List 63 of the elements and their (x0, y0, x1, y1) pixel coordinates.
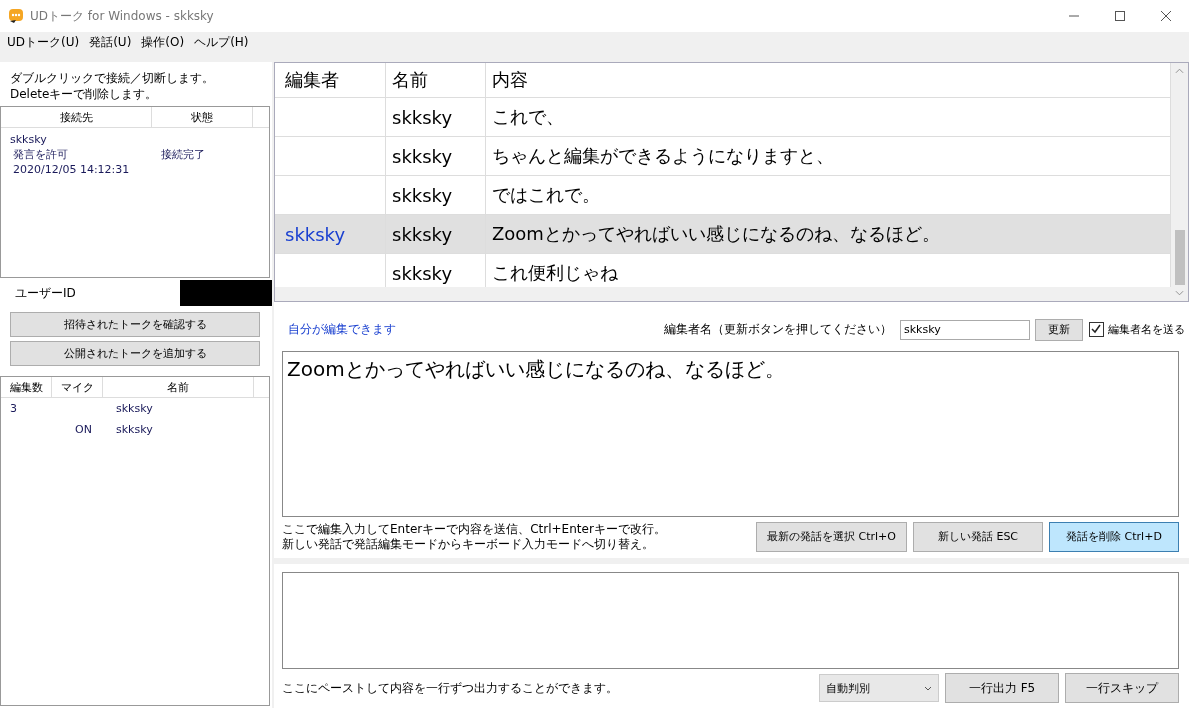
table-row[interactable]: skksky skksky Zoomとかってやればいい感じになるのね、なるほど。 (275, 215, 1171, 254)
output-button[interactable]: 一行スキップ (1065, 673, 1179, 704)
window-title: UDトーク for Windows - skksky (30, 7, 214, 25)
table-cell: skksky (392, 106, 453, 128)
scroll-down-icon[interactable] (1175, 290, 1184, 297)
member-name: skksky (116, 402, 153, 415)
column-header[interactable]: 状態 (152, 107, 253, 127)
edit-count: 3 (10, 402, 17, 415)
editor-name-label: 編集者名（更新ボタンを押してください） (664, 321, 892, 339)
table-row[interactable]: skksky ちゃんと編集ができるようになりますと、 (275, 137, 1171, 176)
hint-text: 新しい発話で発話編集モードからキーボード入力モードへ切り替え。 (282, 536, 655, 552)
column-header[interactable]: 編集数 (1, 377, 52, 397)
table-cell: ちゃんと編集ができるようになりますと、 (492, 144, 834, 168)
menu-item[interactable]: ヘルプ(H) (189, 33, 254, 51)
menu-item[interactable]: 操作(O) (136, 33, 190, 51)
scroll-up-icon[interactable] (1175, 68, 1184, 74)
sidebar-button[interactable]: 公開されたトークを追加する (10, 341, 260, 366)
mode-dropdown[interactable]: 自動判別 (819, 674, 939, 703)
mic-status: ON (75, 423, 92, 436)
column-header[interactable]: 名前 (103, 377, 254, 397)
scroll-thumb[interactable] (1174, 230, 1185, 286)
checkbox-label[interactable]: 編集者名を送る (1108, 322, 1185, 338)
app-logo-icon (8, 8, 24, 24)
status-text: 接続完了 (161, 147, 205, 162)
action-button[interactable]: 発話を削除 Ctrl+D (1049, 521, 1179, 552)
table-cell: ではこれで。 (492, 183, 600, 207)
member-name: skksky (116, 423, 153, 436)
maximize-icon[interactable] (1114, 10, 1126, 22)
table-cell: Zoomとかってやればいい感じになるのね、なるほど。 (492, 222, 940, 246)
edit-text-area[interactable]: Zoomとかってやればいい感じになるのね、なるほど。 (282, 351, 1179, 517)
permission-text: 発言を許可 (13, 147, 69, 162)
action-button[interactable]: 新しい発話 ESC (913, 521, 1043, 552)
column-header[interactable]: 名前 (386, 63, 486, 97)
close-icon[interactable] (1160, 10, 1172, 22)
hint-text: Deleteキーで削除します。 (10, 86, 159, 102)
table-cell: skksky (392, 145, 453, 167)
hint-text: ここで編集入力してEnterキーで内容を送信、Ctrl+Enterキーで改行。 (282, 521, 667, 537)
timestamp: 2020/12/05 14:12:31 (12, 162, 131, 177)
table-cell: これで、 (492, 105, 564, 129)
connection-name[interactable]: skksky (10, 132, 260, 147)
edit-status: 自分が編集できます (287, 321, 396, 339)
table-cell: これ便利じゃね (492, 261, 618, 285)
user-id-label: ユーザーID (15, 284, 76, 302)
table-row[interactable]: skksky これで、 (275, 98, 1171, 137)
editor-name-field[interactable]: skksky (900, 319, 1030, 340)
column-header[interactable]: 接続先 (1, 107, 152, 127)
chevron-down-icon (924, 685, 932, 691)
menu-item[interactable]: 発話(U) (84, 33, 137, 51)
menu-item[interactable]: UDトーク(U) (2, 33, 85, 51)
column-header[interactable]: マイク (52, 377, 103, 397)
table-cell: skksky (285, 223, 346, 245)
hint-text: ここにペーストして内容を一行ずつ出力することができます。 (281, 679, 619, 697)
sidebar-button[interactable]: 招待されたトークを確認する (10, 312, 260, 337)
action-button[interactable]: 最新の発話を選択 Ctrl+O (756, 521, 907, 552)
paste-text-area[interactable] (282, 572, 1179, 669)
table-cell: skksky (392, 223, 453, 245)
column-header[interactable]: 編集者 (275, 63, 386, 97)
table-cell: skksky (392, 262, 453, 284)
table-cell: skksky (392, 184, 453, 206)
hint-text: ダブルクリックで接続／切断します。 (10, 70, 215, 86)
update-button[interactable]: 更新 (1035, 318, 1083, 341)
output-button[interactable]: 一行出力 F5 (945, 673, 1059, 704)
checkbox[interactable] (1089, 322, 1104, 338)
